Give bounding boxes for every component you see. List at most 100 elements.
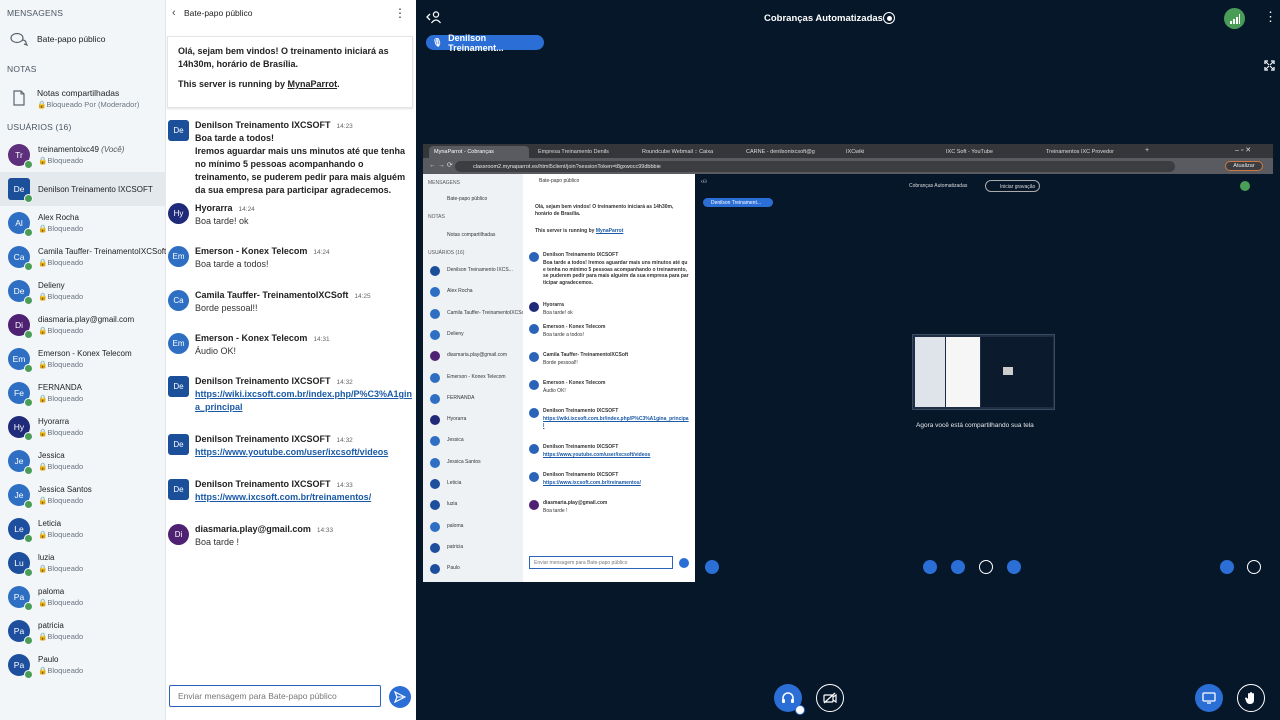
chat-message: De Denilson Treinamento IXCSOFT 14:32 htt… xyxy=(168,376,414,414)
shared-notes-item[interactable]: Notas compartilhadas 🔒Bloqueado Por (Mod… xyxy=(0,84,166,112)
user-item[interactable]: Al Alex Rocha 🔒Bloqueado xyxy=(0,206,166,240)
chevron-left-icon[interactable]: ‹ xyxy=(172,7,182,19)
user-item[interactable]: De Delieny 🔒Bloqueado xyxy=(0,274,166,308)
nested-message-avatar xyxy=(529,252,539,262)
user-item[interactable]: Je Jessica Santos 🔒Bloqueado xyxy=(0,478,166,512)
mynaparrot-link[interactable]: MynaParrot xyxy=(288,79,338,89)
nested-user-name: Emerson - Konex Telecom xyxy=(447,373,506,380)
options-menu-icon[interactable]: ⋮ xyxy=(1264,9,1277,25)
user-list-sidebar: MENSAGENS Bate-papo público NOTAS Notas … xyxy=(0,0,166,720)
chat-message-input[interactable] xyxy=(169,685,381,707)
public-chat-item[interactable]: Bate-papo público xyxy=(0,28,166,50)
user-item[interactable]: Ca Camila Tauffer- TreinamentoIXCSoft 🔒B… xyxy=(0,240,166,274)
leave-audio-button[interactable] xyxy=(774,684,805,715)
user-item[interactable]: Lu luzia 🔒Bloqueado xyxy=(0,546,166,580)
message-time: 14:23 xyxy=(336,123,353,130)
nested-user-avatar xyxy=(430,372,440,383)
audio-settings-indicator[interactable] xyxy=(795,705,805,715)
lock-icon: 🔒 xyxy=(38,496,48,505)
user-item[interactable]: Tr treinamentoixc49 (Você) 🔒Bloqueado xyxy=(0,138,166,172)
user-item[interactable]: Hy Hyorarra 🔒Bloqueado xyxy=(0,410,166,444)
messages-section-title: MENSAGENS xyxy=(7,8,64,18)
nested-user-name: Denilson Treinamento IXCS... xyxy=(447,267,513,273)
user-item[interactable]: Pa Paulo 🔒Bloqueado xyxy=(0,648,166,682)
users-toggle-icon[interactable] xyxy=(426,10,442,27)
user-item[interactable]: Je Jessica 🔒Bloqueado xyxy=(0,444,166,478)
wiki-link[interactable]: https://wiki.ixcsoft.com.br/index.php/P%… xyxy=(195,388,413,414)
headphones-icon xyxy=(782,692,794,703)
nested-message-author: Emerson - Konex Telecom xyxy=(543,380,606,386)
nested-message-text: Boa tarde a todos! xyxy=(543,332,584,338)
message-author: diasmaria.play@gmail.com xyxy=(195,524,311,534)
meeting-title: Cobranças Automatizadas xyxy=(764,13,883,24)
record-icon[interactable] xyxy=(883,12,895,24)
user-status: Bloqueado xyxy=(47,666,84,675)
youtube-link[interactable]: https://www.youtube.com/user/ixcsoft/vid… xyxy=(195,446,388,459)
trainings-link[interactable]: https://www.ixcsoft.com.br/treinamentos/ xyxy=(195,491,371,504)
nested-users-title: USUÁRIOS (16) xyxy=(428,250,465,256)
nested-message-author: diasmaria.play@gmail.com xyxy=(543,500,608,506)
chat-message: Di diasmaria.play@gmail.com 14:33 Boa tar… xyxy=(168,524,414,549)
fullscreen-icon[interactable] xyxy=(1264,60,1275,74)
nested-screen-thumbnail xyxy=(912,334,1055,410)
public-chat-panel: ‹ Bate-papo público ⋮ Olá, sejam bem vin… xyxy=(166,0,416,720)
share-webcam-button[interactable] xyxy=(816,684,844,712)
avatar: Pa xyxy=(8,586,33,611)
nested-user-name: Hyorarra xyxy=(447,416,467,423)
nested-user-name: Leticia xyxy=(447,480,462,486)
lock-icon: 🔒 xyxy=(38,564,48,573)
user-item[interactable]: Le Leticia 🔒Bloqueado xyxy=(0,512,166,546)
user-item[interactable]: Pa patricia 🔒Bloqueado xyxy=(0,614,166,648)
browser-address-bar: ← → ⟳ classroom2.mynaparrot.es/html5clie… xyxy=(423,158,1273,174)
chat-message: Hy Hyorarra 14:24 Boa tarde! ok xyxy=(168,203,414,228)
avatar: Lu xyxy=(8,552,33,577)
message-text: Boa tarde ! xyxy=(195,537,240,547)
chat-message: Em Emerson - Konex Telecom 14:31 Áudio OK… xyxy=(168,333,414,358)
chat-message: De Denilson Treinamento IXCSOFT 14:32 htt… xyxy=(168,434,414,459)
raise-hand-button[interactable] xyxy=(1237,684,1265,712)
user-item[interactable]: Fe FERNANDA 🔒Bloqueado xyxy=(0,376,166,410)
nested-network-icon xyxy=(1240,181,1250,191)
user-item[interactable]: De Denilson Treinamento IXCSOFT xyxy=(0,172,166,206)
nested-user-avatar xyxy=(430,479,440,489)
user-status: Bloqueado xyxy=(47,258,84,267)
avatar: Je xyxy=(8,450,33,475)
nested-message-link: https://wiki.ixcsoft.com.br/index.php/P%… xyxy=(543,416,689,429)
more-options-icon[interactable]: ⋮ xyxy=(394,6,406,20)
user-item[interactable]: Di diasmaria.play@gmail.com 🔒Bloqueado xyxy=(0,308,166,342)
lock-icon: 🔒 xyxy=(38,224,48,233)
browser-tab: Roundcube Webmail :: Caixa xyxy=(642,149,714,155)
avatar: De xyxy=(8,280,33,305)
nested-user-name: diasmaria.play@gmail.com xyxy=(447,352,508,359)
user-name: Hyorarra xyxy=(38,417,70,426)
avatar: Le xyxy=(8,518,33,543)
message-author: Denilson Treinamento IXCSOFT xyxy=(195,434,331,444)
user-status: Bloqueado xyxy=(47,496,84,505)
send-message-button[interactable] xyxy=(389,686,411,708)
nested-message-text: Áudio OK! xyxy=(543,388,566,394)
lock-icon: 🔒 xyxy=(38,258,48,267)
chat-message: Em Emerson - Konex Telecom 14:24 Boa tard… xyxy=(168,246,414,271)
server-text: This server is running by xyxy=(178,79,286,89)
nested-message-text: Boa tarde ! xyxy=(543,508,568,514)
browser-url: classroom2.mynaparrot.es/html5client/joi… xyxy=(455,161,1175,172)
hand-icon xyxy=(1245,692,1254,704)
nested-chat-input: Enviar mensagem para Bate-papo público xyxy=(529,556,673,569)
avatar: Em xyxy=(168,333,189,354)
nested-user-avatar xyxy=(430,457,440,468)
nested-user-avatar xyxy=(430,287,440,298)
user-item[interactable]: Em Emerson - Konex Telecom 🔒Bloqueado xyxy=(0,342,166,376)
bottom-controls xyxy=(416,676,1280,720)
user-item[interactable]: Pa paloma 🔒Bloqueado xyxy=(0,580,166,614)
browser-update-button: Atualizar xyxy=(1225,161,1263,171)
restore-presentation-button[interactable] xyxy=(1195,684,1223,712)
message-time: 14:31 xyxy=(313,336,330,343)
user-name: patricia xyxy=(38,621,64,630)
chat-title[interactable]: Bate-papo público xyxy=(184,8,253,18)
nested-user-name: paloma xyxy=(447,522,464,529)
message-text: Borde pessoal!! xyxy=(195,303,258,313)
chat-message: De Denilson Treinamento IXCSOFT 14:33 htt… xyxy=(168,479,414,504)
avatar: Pa xyxy=(8,620,33,645)
connection-status-button[interactable] xyxy=(1224,8,1245,29)
message-time: 14:25 xyxy=(354,293,371,300)
